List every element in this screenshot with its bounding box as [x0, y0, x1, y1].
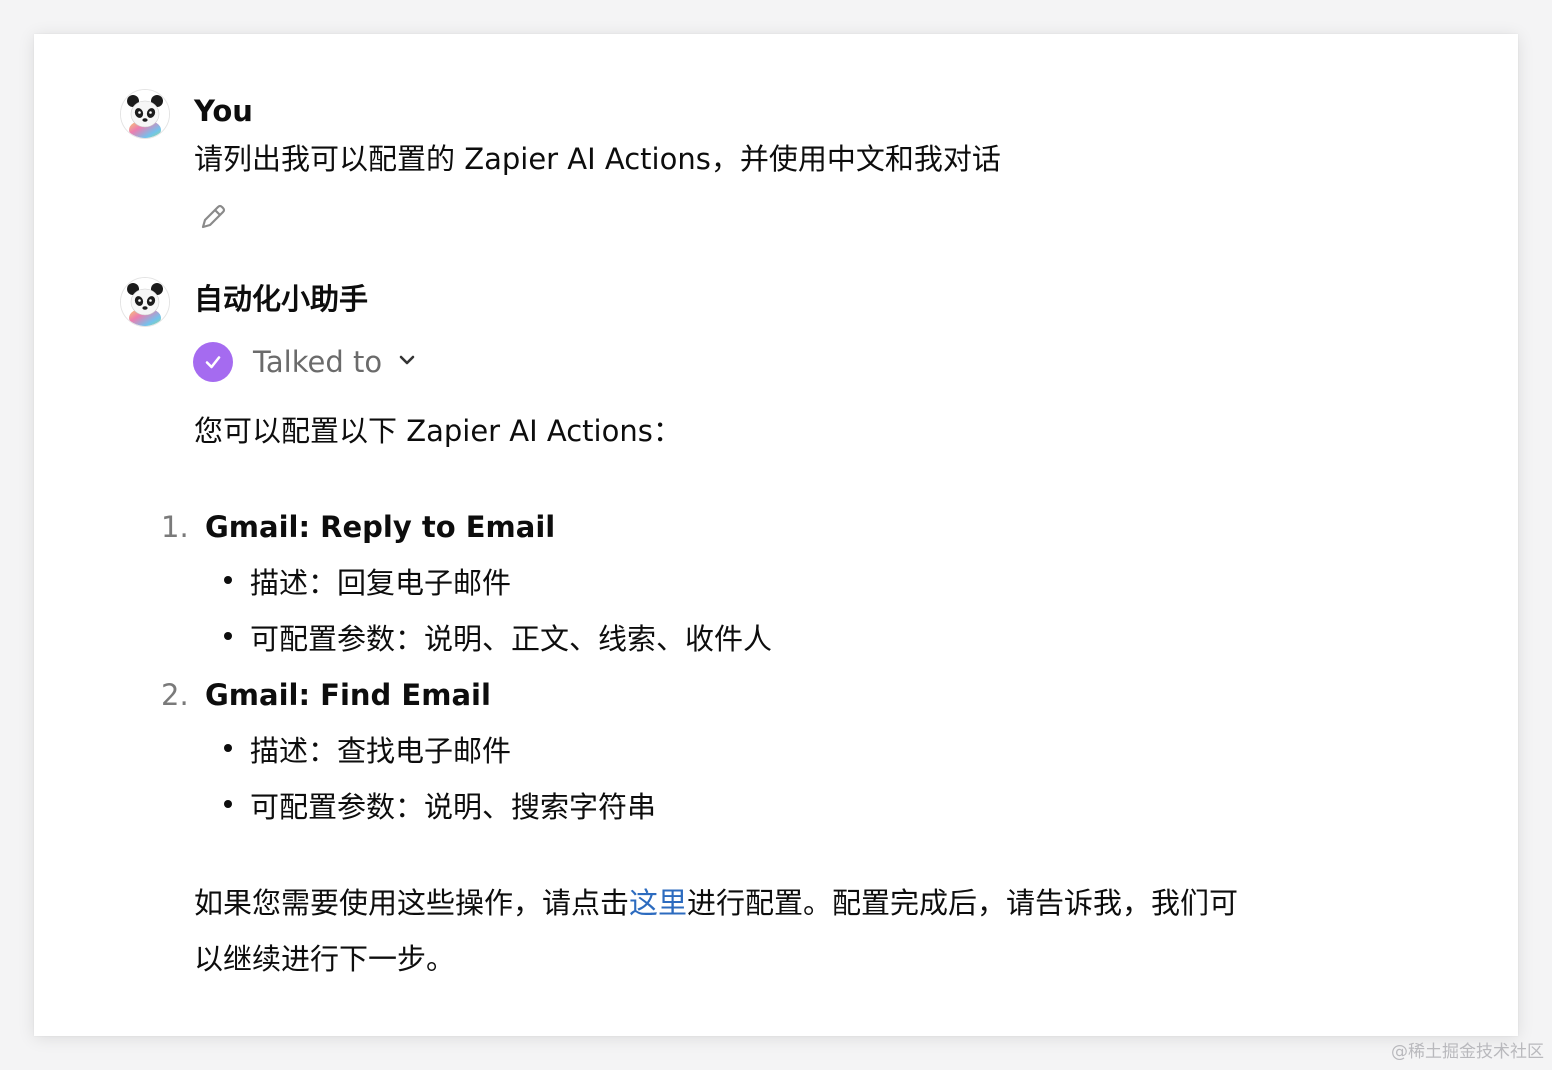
- closing-text-before-link: 如果您需要使用这些操作，请点击: [194, 886, 630, 920]
- closing-paragraph: 如果您需要使用这些操作，请点击这里进行配置。配置完成后，请告诉我，我们可: [194, 886, 1238, 920]
- closing-text-after-link: 进行配置。配置完成后，请告诉我，我们可: [687, 886, 1239, 920]
- tool-status-label: Talked to: [253, 345, 383, 379]
- assistant-avatar: [120, 277, 170, 327]
- user-avatar: [120, 89, 170, 139]
- bullet-dot: [224, 744, 232, 752]
- action-title: Gmail: Find Email: [205, 678, 491, 712]
- user-author-name: You: [194, 94, 253, 128]
- action-bullet: 可配置参数：说明、正文、线索、收件人: [250, 622, 773, 656]
- watermark: @稀土掘金技术社区: [1391, 1042, 1544, 1062]
- assistant-intro-text: 您可以配置以下 Zapier AI Actions：: [194, 414, 682, 448]
- list-number: 2.: [161, 678, 189, 712]
- action-bullet: 描述：查找电子邮件: [250, 734, 512, 768]
- closing-paragraph-line2: 以继续进行下一步。: [194, 942, 456, 976]
- check-icon: [193, 342, 233, 382]
- bullet-dot: [224, 576, 232, 584]
- assistant-author-name: 自动化小助手: [194, 282, 369, 316]
- bullet-dot: [224, 800, 232, 808]
- bullet-dot: [224, 632, 232, 640]
- chat-card: You 请列出我可以配置的 Zapier AI Actions，并使用中文和我对…: [34, 34, 1518, 1036]
- list-number: 1.: [161, 510, 189, 544]
- action-bullet: 描述：回复电子邮件: [250, 566, 512, 600]
- tool-status-toggle[interactable]: Talked to: [193, 342, 418, 382]
- config-link[interactable]: 这里: [629, 886, 687, 920]
- action-bullet: 可配置参数：说明、搜索字符串: [250, 790, 657, 824]
- user-message-text: 请列出我可以配置的 Zapier AI Actions，并使用中文和我对话: [194, 142, 1001, 176]
- action-title: Gmail: Reply to Email: [205, 510, 556, 544]
- chevron-down-icon: [396, 349, 418, 375]
- pencil-icon[interactable]: [196, 200, 230, 234]
